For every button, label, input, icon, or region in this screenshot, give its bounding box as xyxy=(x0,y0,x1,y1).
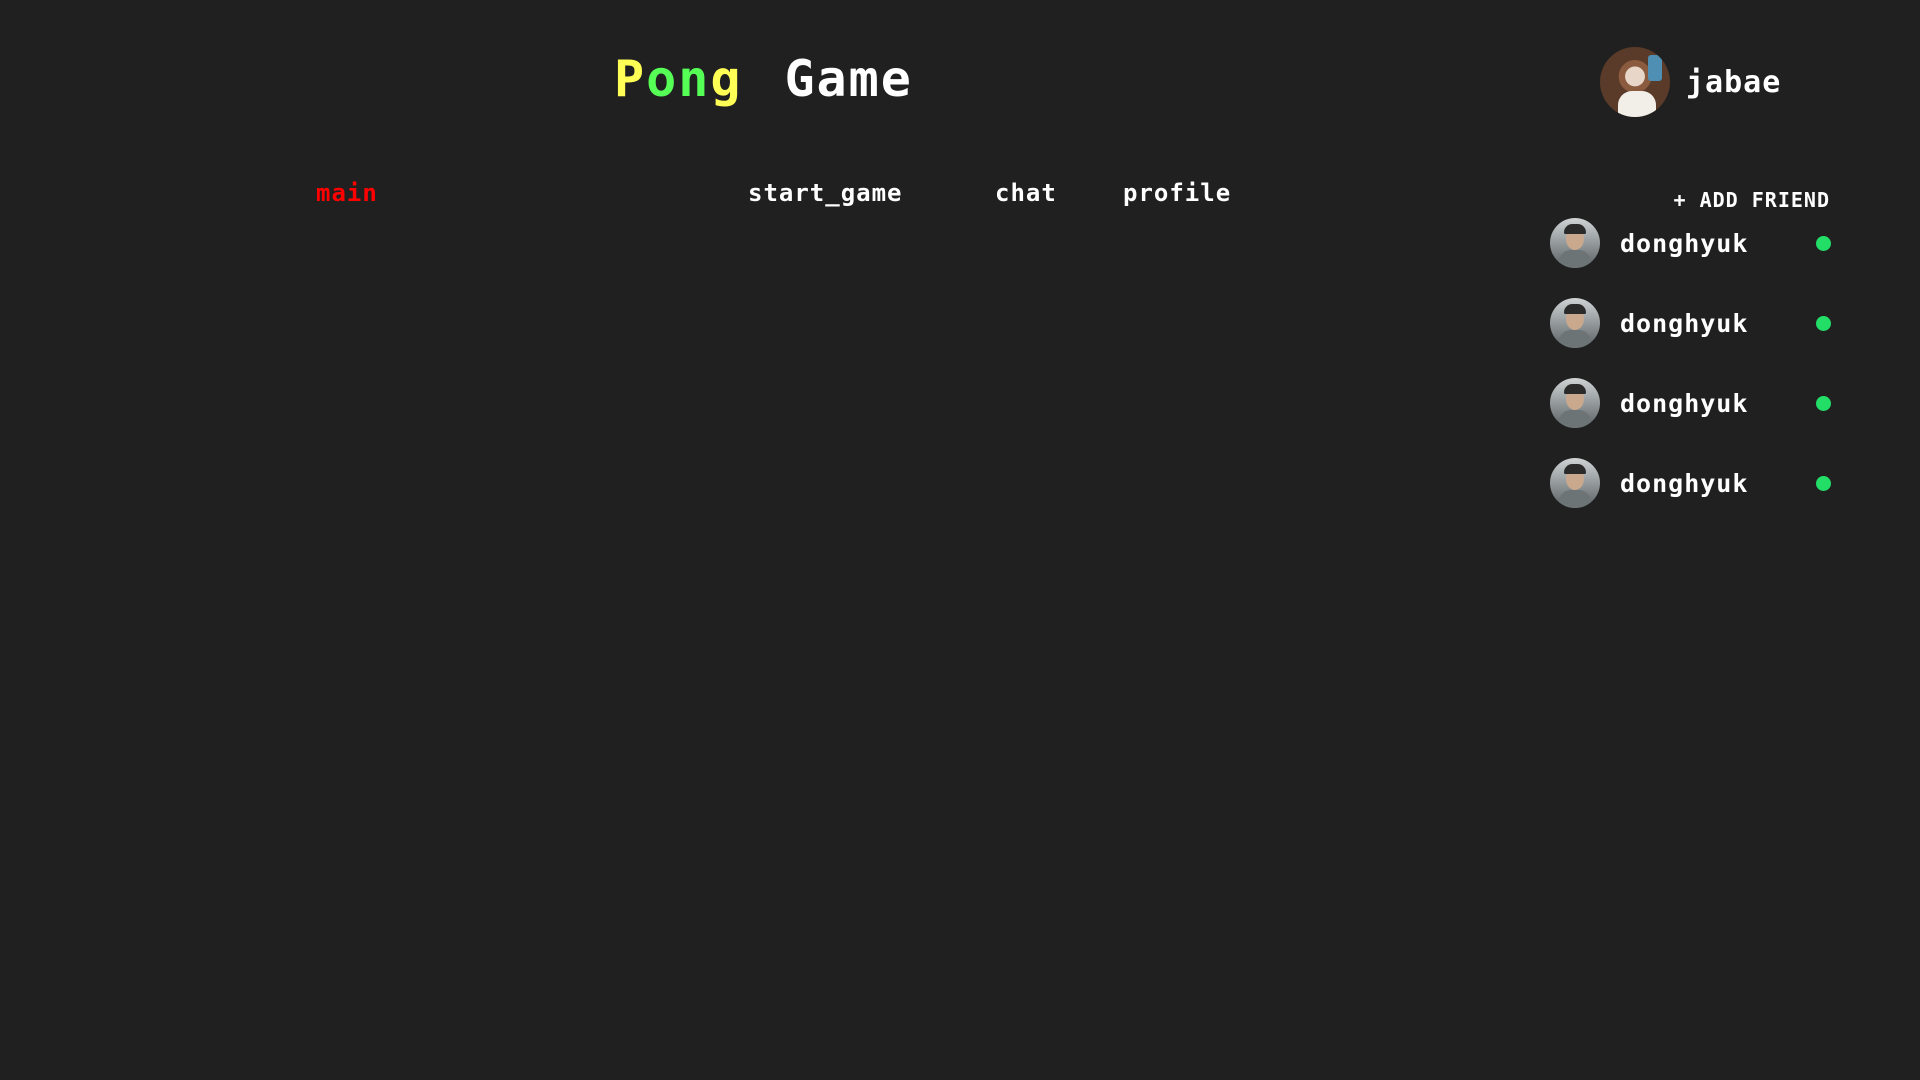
title-letters-on: on xyxy=(646,50,711,108)
nav-start-game[interactable]: start_game xyxy=(748,176,903,210)
avatar-hair xyxy=(1564,464,1586,474)
friend-item[interactable]: donghyuk xyxy=(1550,218,1840,268)
avatar-hair xyxy=(1564,224,1586,234)
friend-avatar[interactable] xyxy=(1550,378,1600,428)
avatar-body xyxy=(1559,410,1591,428)
friend-avatar[interactable] xyxy=(1550,298,1600,348)
friend-name[interactable]: donghyuk xyxy=(1620,469,1748,498)
online-status-dot xyxy=(1816,396,1831,411)
add-friend-button[interactable]: + ADD FRIEND xyxy=(1636,186,1830,214)
avatar-hair xyxy=(1564,384,1586,394)
online-status-dot xyxy=(1816,316,1831,331)
avatar-body xyxy=(1559,490,1591,508)
friend-item[interactable]: donghyuk xyxy=(1550,298,1840,348)
friend-list: donghyuk donghyuk donghyuk donghyuk xyxy=(1550,218,1840,538)
current-user[interactable]: jabae xyxy=(1600,46,1781,118)
title-letter-p: P xyxy=(614,50,647,108)
friend-name[interactable]: donghyuk xyxy=(1620,229,1748,258)
title-word-game: Game xyxy=(784,50,913,108)
friend-name[interactable]: donghyuk xyxy=(1620,389,1748,418)
nav-main[interactable]: main xyxy=(316,176,378,210)
avatar-hair xyxy=(1564,304,1586,314)
friend-item[interactable]: donghyuk xyxy=(1550,458,1840,508)
title-letter-g: g xyxy=(710,50,743,108)
avatar-figure xyxy=(1618,91,1656,117)
current-username[interactable]: jabae xyxy=(1686,65,1781,100)
nav-profile[interactable]: profile xyxy=(1123,176,1231,210)
app-root: Pon g Game jabae main start_game chat prof… xyxy=(0,0,1920,1080)
avatar-background-detail xyxy=(1648,55,1662,81)
friend-item[interactable]: donghyuk xyxy=(1550,378,1840,428)
online-status-dot xyxy=(1816,236,1831,251)
page-title: Pon g Game xyxy=(614,44,913,114)
friend-avatar[interactable] xyxy=(1550,218,1600,268)
nav-chat[interactable]: chat xyxy=(995,176,1057,210)
friend-name[interactable]: donghyuk xyxy=(1620,309,1748,338)
avatar-body xyxy=(1559,250,1591,268)
user-avatar[interactable] xyxy=(1600,47,1670,117)
online-status-dot xyxy=(1816,476,1831,491)
friend-avatar[interactable] xyxy=(1550,458,1600,508)
avatar-body xyxy=(1559,330,1591,348)
